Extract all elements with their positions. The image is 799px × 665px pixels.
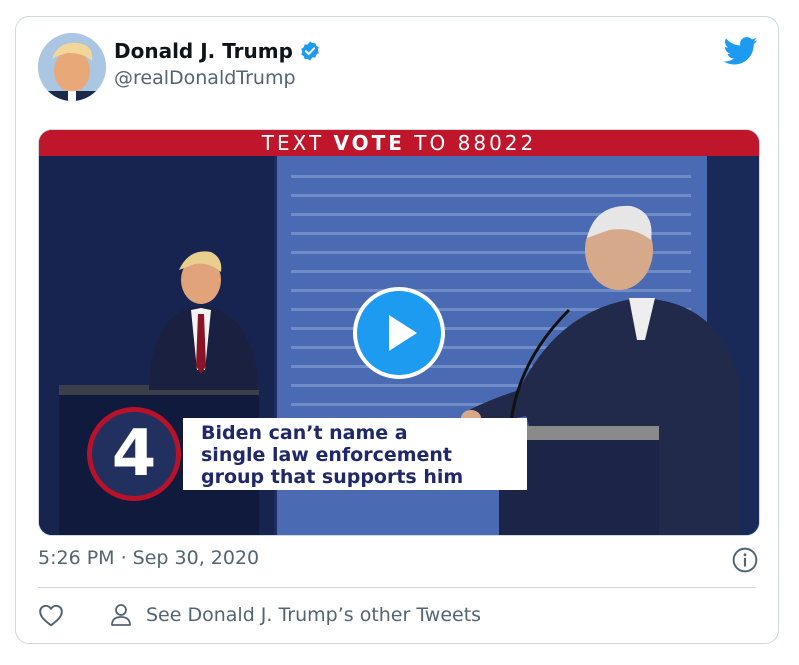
caption-line: group that supports him bbox=[201, 466, 464, 488]
caption-line: Biden can’t name a bbox=[201, 422, 408, 444]
heart-icon[interactable] bbox=[38, 603, 64, 627]
play-icon bbox=[389, 315, 417, 351]
play-button[interactable] bbox=[353, 287, 445, 379]
author-row: Donald J. Trump bbox=[114, 39, 321, 63]
twitter-bird-icon[interactable] bbox=[724, 37, 758, 65]
lower-third-caption: Biden can’t name a single law enforcemen… bbox=[183, 418, 527, 490]
avatar[interactable] bbox=[38, 33, 106, 101]
see-other-tweets-link[interactable]: See Donald J. Trump’s other Tweets bbox=[146, 604, 481, 626]
video-banner: TEXT VOTE TO 88022 bbox=[39, 130, 759, 156]
video-player[interactable]: TEXT VOTE TO 88022 Biden can’t name a si… bbox=[38, 129, 760, 536]
lower-third-number: 4 bbox=[87, 407, 181, 501]
tweet-timestamp[interactable]: 5:26 PM · Sep 30, 2020 bbox=[38, 547, 259, 569]
person-icon[interactable] bbox=[110, 603, 132, 627]
verified-badge-icon bbox=[301, 41, 319, 61]
banner-bold-word: VOTE bbox=[333, 131, 405, 155]
lower-third: Biden can’t name a single law enforcemen… bbox=[87, 407, 527, 502]
tweet-actions: See Donald J. Trump’s other Tweets bbox=[38, 603, 481, 627]
caption-line: single law enforcement bbox=[201, 444, 453, 466]
banner-prefix: TEXT bbox=[261, 131, 334, 155]
author-handle[interactable]: @realDonaldTrump bbox=[114, 67, 296, 89]
tweet-card[interactable]: Donald J. Trump @realDonaldTrump TEXT VO… bbox=[15, 16, 779, 644]
divider bbox=[38, 587, 756, 588]
banner-suffix: TO 88022 bbox=[404, 131, 537, 155]
author-name[interactable]: Donald J. Trump bbox=[114, 39, 293, 63]
info-icon[interactable] bbox=[732, 547, 758, 573]
